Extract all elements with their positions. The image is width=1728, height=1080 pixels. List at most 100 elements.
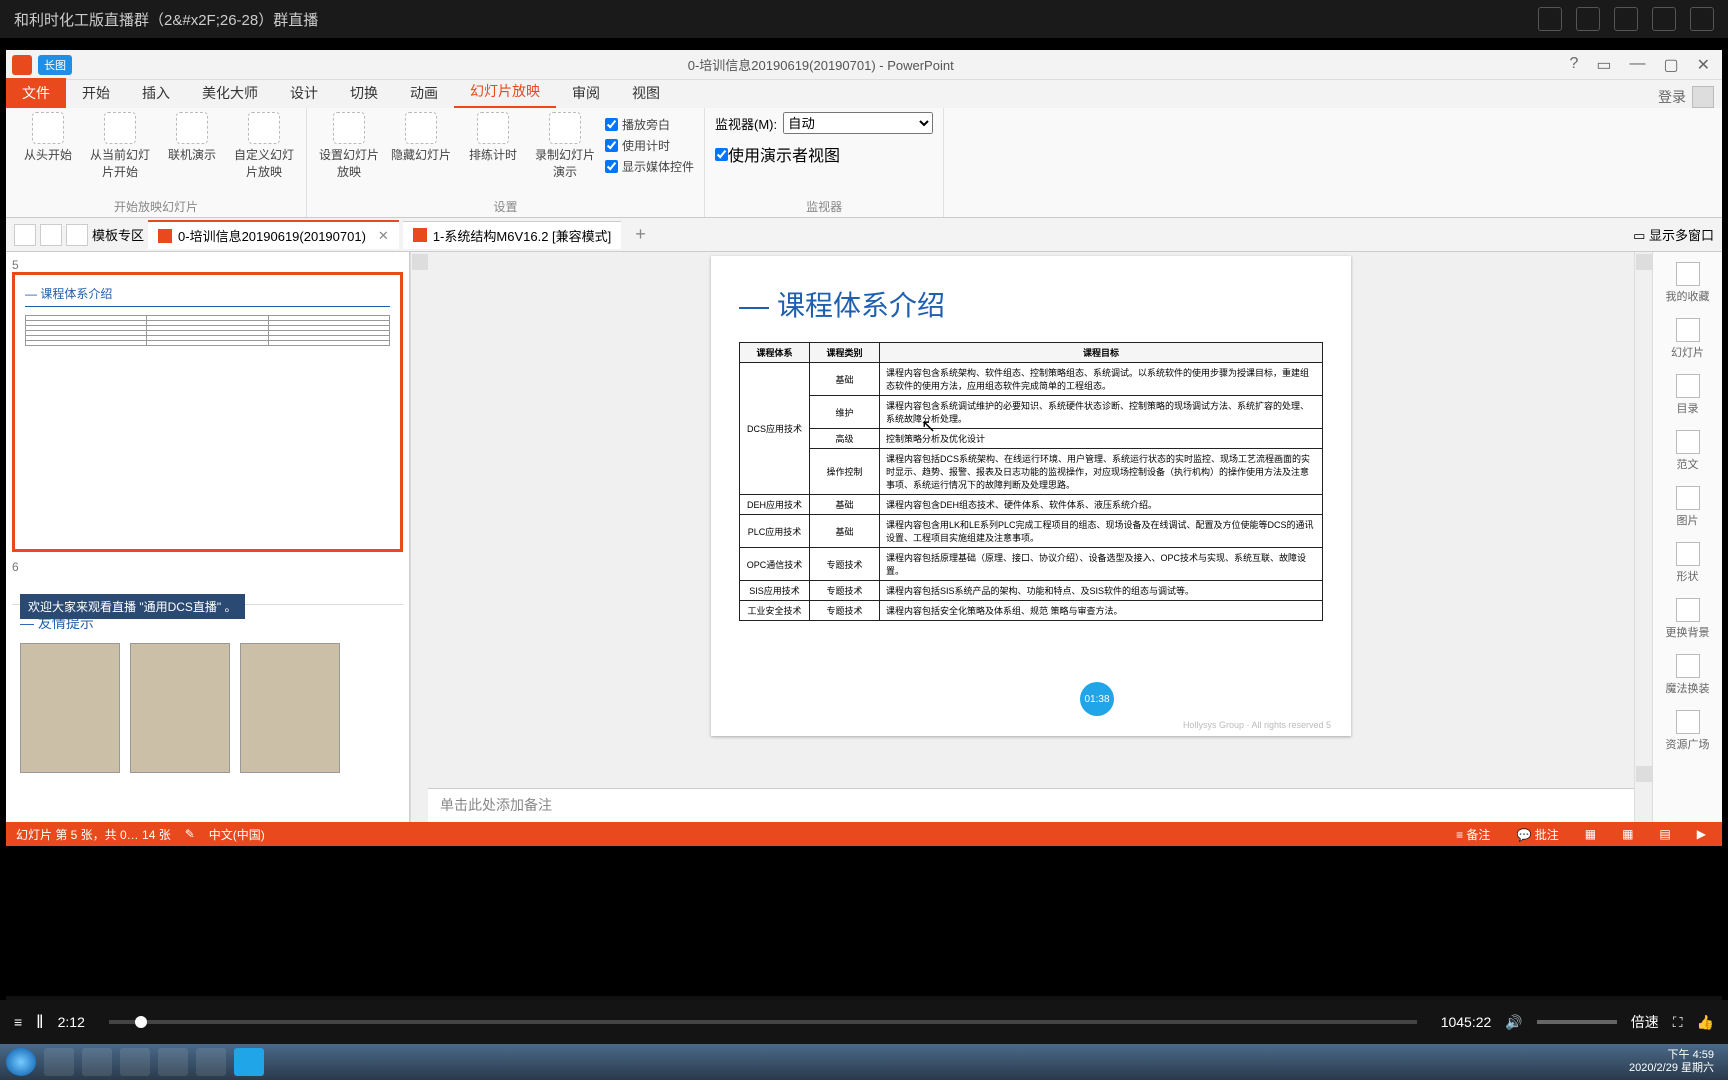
media-player-icon[interactable] <box>120 1048 150 1076</box>
current-time: 2:12 <box>58 1014 85 1030</box>
start-orb-icon[interactable] <box>6 1048 36 1076</box>
volume-slider[interactable] <box>1537 1020 1617 1024</box>
explorer-icon[interactable] <box>44 1048 74 1076</box>
tab-view[interactable]: 视图 <box>616 78 676 108</box>
close-button[interactable]: ✕ <box>1697 55 1710 75</box>
player-minimize-icon[interactable] <box>1614 7 1638 31</box>
notes-pane[interactable]: 单击此处添加备注 <box>428 788 1634 822</box>
scrollbar-left[interactable] <box>410 252 428 822</box>
time-bubble: 01:38 <box>1080 682 1114 716</box>
btn-from-current[interactable]: 从当前幻灯片开始 <box>88 112 152 180</box>
template-link[interactable]: 模板专区 <box>92 225 144 244</box>
like-icon[interactable]: 👍 <box>1697 1014 1714 1031</box>
player-close-icon[interactable] <box>1690 7 1714 31</box>
close-tab-icon[interactable]: ✕ <box>378 228 389 244</box>
monitor-select[interactable]: 自动 <box>783 112 933 134</box>
fullscreen-icon[interactable]: ⛶ <box>1673 1014 1683 1031</box>
chk-presenter-view[interactable]: 使用演示者视图 <box>715 142 840 166</box>
btn-hide-slide[interactable]: 隐藏幻灯片 <box>389 112 453 163</box>
current-slide[interactable]: 课程体系介绍 课程体系课程类别课程目标 DCS应用技术基础课程内容包含系统架构、… <box>711 256 1351 736</box>
view-slideshow-icon[interactable]: ▶ <box>1691 827 1712 841</box>
foxit-icon[interactable] <box>196 1048 226 1076</box>
grid-icon <box>1676 710 1700 734</box>
new-file-icon[interactable] <box>14 224 36 246</box>
slides-icon <box>1676 318 1700 342</box>
open-folder-icon[interactable] <box>40 224 62 246</box>
btn-present-online[interactable]: 联机演示 <box>160 112 224 163</box>
tab-insert[interactable]: 插入 <box>126 78 186 108</box>
chk-use-timings[interactable]: 使用计时 <box>605 137 694 154</box>
outer-system-tray[interactable]: 下午 4:59 2020/2/29 星期六 <box>1629 1049 1722 1075</box>
language-indicator[interactable]: 中文(中国) <box>209 826 265 843</box>
fold-icon[interactable]: ≡ <box>14 1014 22 1030</box>
tab-start[interactable]: 开始 <box>66 78 126 108</box>
player-window-icon[interactable] <box>1576 7 1600 31</box>
side-magic[interactable]: 魔法换装 <box>1666 654 1710 696</box>
side-resources[interactable]: 资源广场 <box>1666 710 1710 752</box>
spell-check-icon[interactable]: ✎ <box>185 827 195 841</box>
side-toc[interactable]: 目录 <box>1676 374 1700 416</box>
player-maximize-icon[interactable] <box>1652 7 1676 31</box>
pause-button[interactable]: ‖ <box>36 1012 43 1033</box>
side-shapes[interactable]: 形状 <box>1676 542 1700 584</box>
tab-beauty[interactable]: 美化大师 <box>186 78 274 108</box>
view-reading-icon[interactable]: ▤ <box>1653 827 1676 841</box>
progress-bar[interactable] <box>109 1020 1417 1024</box>
slide-number: 6 <box>12 560 403 574</box>
tab-design[interactable]: 设计 <box>274 78 334 108</box>
chrome-icon[interactable] <box>158 1048 188 1076</box>
group-label: 监视器 <box>715 196 933 215</box>
chk-media-controls[interactable]: 显示媒体控件 <box>605 158 694 175</box>
slide-thumbnail-5[interactable]: — 课程体系介绍 <box>12 272 403 552</box>
btn-custom-show[interactable]: 自定义幻灯片放映 <box>232 112 296 180</box>
ie-icon[interactable] <box>82 1048 112 1076</box>
side-sample[interactable]: 范文 <box>1676 430 1700 472</box>
player-window-icon[interactable] <box>1538 7 1562 31</box>
app-icon[interactable] <box>234 1048 264 1076</box>
tab-file[interactable]: 文件 <box>6 78 66 108</box>
scroll-down-icon[interactable] <box>1636 766 1652 782</box>
btn-rehearse[interactable]: 排练计时 <box>461 112 525 163</box>
scroll-up-icon[interactable] <box>412 254 428 270</box>
thumbnail-pane[interactable]: 5 — 课程体系介绍 6 — 友情提示 <box>6 252 410 822</box>
doc-tab-2[interactable]: 1-系统结构M6V16.2 [兼容模式] <box>403 221 621 249</box>
notes-toggle[interactable]: ≡ 备注 <box>1450 826 1496 843</box>
side-favorites[interactable]: 我的收藏 <box>1666 262 1710 304</box>
scrollbar-right[interactable] <box>1634 252 1652 822</box>
tab-review[interactable]: 审阅 <box>556 78 616 108</box>
tab-anim[interactable]: 动画 <box>394 78 454 108</box>
side-slides[interactable]: 幻灯片 <box>1671 318 1704 360</box>
slide-thumbnail-6[interactable]: — 友情提示 <box>12 604 403 781</box>
home-icon[interactable] <box>66 224 88 246</box>
ribbon-display-button[interactable]: ▭ <box>1596 55 1611 75</box>
sign-in[interactable]: 登录 <box>1658 86 1722 108</box>
btn-from-beginning[interactable]: 从头开始 <box>16 112 80 163</box>
help-button[interactable]: ? <box>1569 55 1578 75</box>
view-normal-icon[interactable]: ▦ <box>1579 827 1602 841</box>
volume-icon[interactable]: 🔊 <box>1505 1014 1522 1031</box>
scroll-up-icon[interactable] <box>1636 254 1652 270</box>
btn-setup-show[interactable]: 设置幻灯片放映 <box>317 112 381 180</box>
course-table: 课程体系课程类别课程目标 DCS应用技术基础课程内容包含系统架构、软件组态、控制… <box>739 342 1323 621</box>
doc-tab-1[interactable]: 0-培训信息20190619(20190701) ✕ <box>148 220 399 249</box>
minimize-button[interactable]: — <box>1629 55 1645 75</box>
group-label: 设置 <box>317 196 694 215</box>
side-images[interactable]: 图片 <box>1676 486 1700 528</box>
progress-knob[interactable] <box>135 1016 147 1028</box>
chk-play-narration[interactable]: 播放旁白 <box>605 116 694 133</box>
comments-toggle[interactable]: 💬 批注 <box>1510 826 1564 843</box>
speed-button[interactable]: 倍速 <box>1631 1012 1659 1032</box>
btn-record-show[interactable]: 录制幻灯片演示 <box>533 112 597 180</box>
player-title: 和利时化工版直播群（2&#x2F;26-28）群直播 <box>14 9 318 30</box>
avatar-icon <box>1692 86 1714 108</box>
ppt-logo-icon <box>12 55 32 75</box>
ribbon-tabs: 文件 开始 插入 美化大师 设计 切换 动画 幻灯片放映 审阅 视图 登录 <box>6 80 1722 108</box>
view-sorter-icon[interactable]: ▦ <box>1616 827 1639 841</box>
side-background[interactable]: 更换背景 <box>1666 598 1710 640</box>
multi-window-toggle[interactable]: ▭ 显示多窗口 <box>1633 225 1714 244</box>
tab-slideshow[interactable]: 幻灯片放映 <box>454 76 556 108</box>
add-tab-button[interactable]: + <box>625 224 656 245</box>
ppt-title-bar: 长图 0-培训信息20190619(20190701) - PowerPoint… <box>6 50 1722 80</box>
maximize-button[interactable]: ▢ <box>1663 55 1678 75</box>
tab-transition[interactable]: 切换 <box>334 78 394 108</box>
